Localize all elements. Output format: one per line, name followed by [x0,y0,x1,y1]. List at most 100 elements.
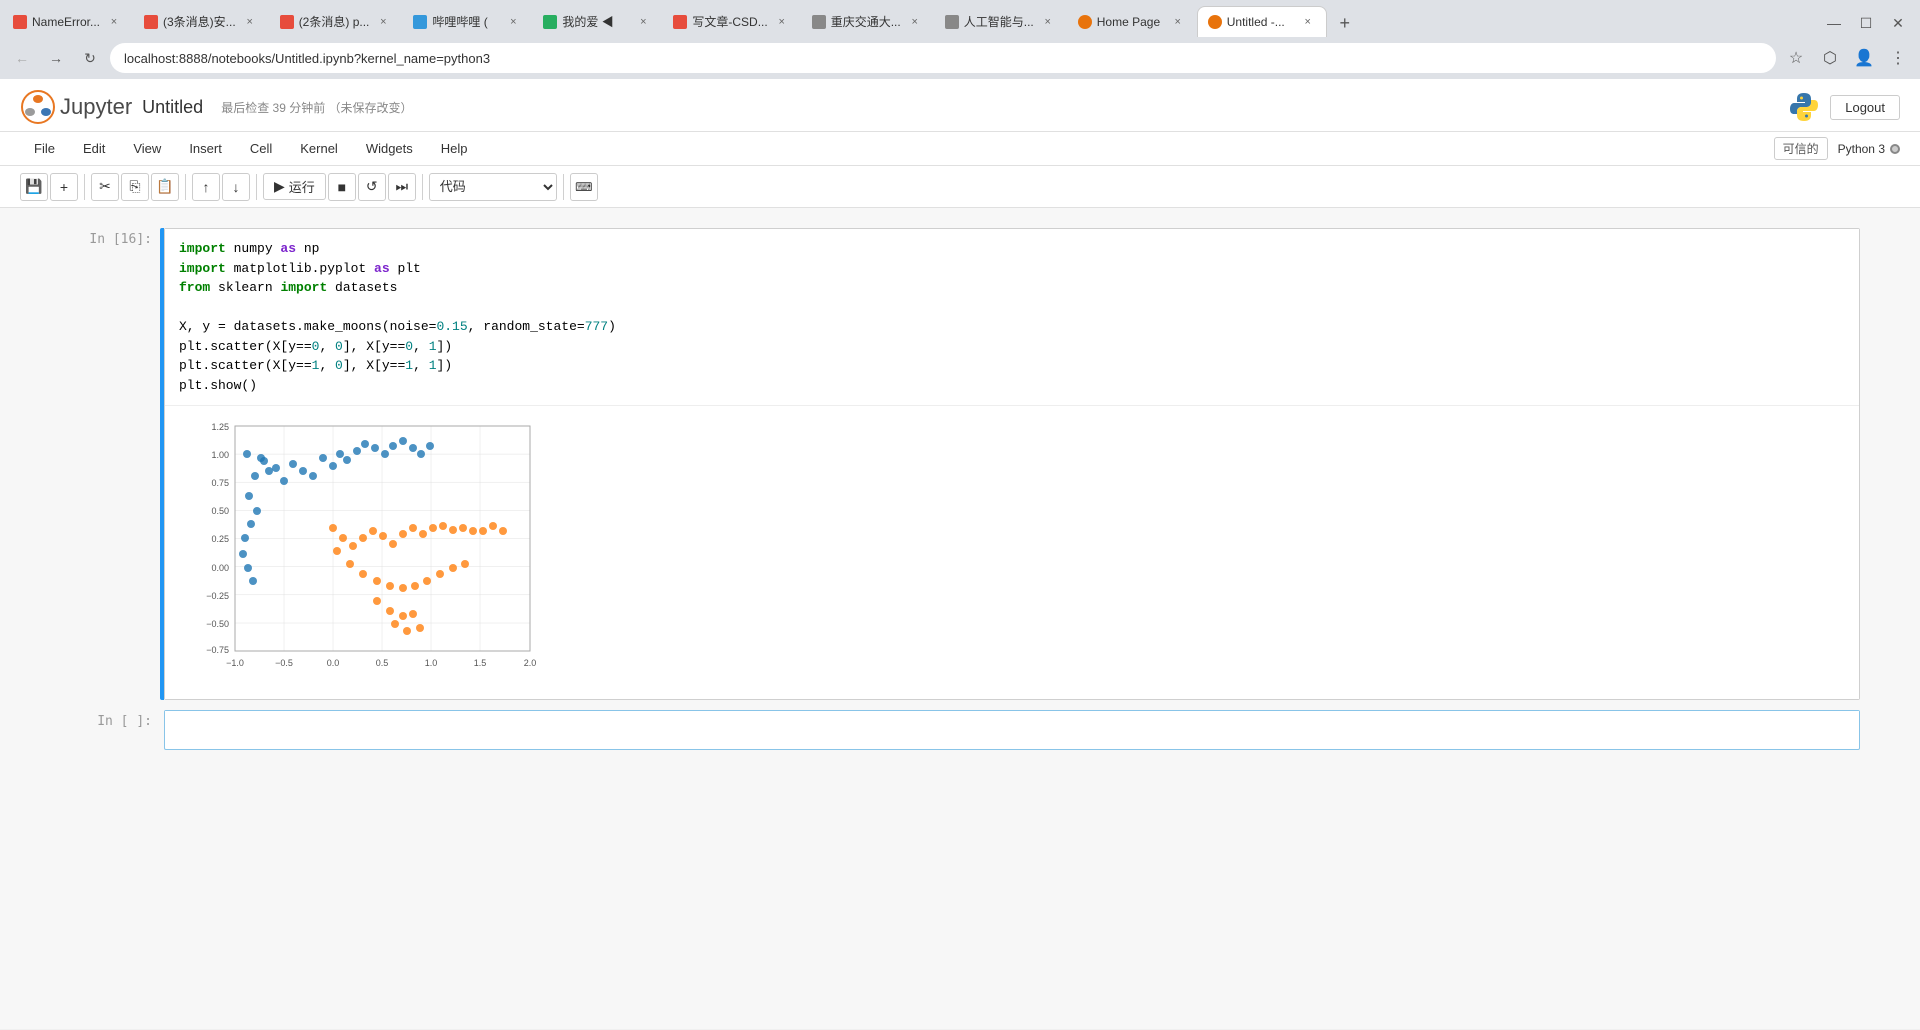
cell-2-body[interactable] [164,710,1860,750]
tab-label: Home Page [1097,15,1164,29]
svg-text:0.25: 0.25 [211,534,229,544]
cell-2-input[interactable] [165,711,1859,747]
move-up-button[interactable]: ↑ [192,173,220,201]
toolbar: 💾 + ✂ ⎘ 📋 ↑ ↓ ▶ 运行 ■ ↺ ⏭ 代码 Markdown Raw… [0,166,1920,208]
bookmark-button[interactable]: ☆ [1782,44,1810,72]
tab-label: Untitled -... [1227,15,1294,29]
tab-close[interactable]: × [774,14,790,30]
cell-1-prompt: In [16]: [89,232,152,247]
tab-close[interactable]: × [375,14,391,30]
restart-run-button[interactable]: ⏭ [388,173,416,201]
tab-nameerror[interactable]: NameError... × [2,6,133,37]
tab-ai[interactable]: 人工智能与... × [934,6,1067,37]
tab-cqjtu[interactable]: 重庆交通大... × [801,6,934,37]
menu-right: 可信的 Python 3 [1774,137,1900,160]
jupyter-logo-title: Jupyter Untitled 最后检查 39 分钟前 （未保存改变） [20,89,413,125]
tab-untitled[interactable]: Untitled -... × [1197,6,1327,37]
svg-text:1.0: 1.0 [425,658,438,668]
restart-button[interactable]: ↺ [358,173,386,201]
account-button[interactable]: 👤 [1850,44,1878,72]
tab-csdn[interactable]: 写文章-CSD... × [662,6,800,37]
svg-text:0.0: 0.0 [327,658,340,668]
kernel-dot [1890,144,1900,154]
tab-favicon [543,15,557,29]
tab-homepage[interactable]: Home Page × [1067,6,1197,37]
run-button[interactable]: ▶ 运行 [263,173,326,200]
jupyter-wordmark: Jupyter [60,94,132,120]
cell-type-select[interactable]: 代码 Markdown Raw NBConvert [429,173,557,201]
menu-items: File Edit View Insert Cell Kernel Widget… [20,135,482,162]
svg-text:−0.50: −0.50 [206,619,229,629]
add-cell-button[interactable]: + [50,173,78,201]
maximize-button[interactable]: ☐ [1852,9,1880,37]
paste-button[interactable]: 📋 [151,173,179,201]
tab-close[interactable]: × [1300,14,1316,30]
tab-favicon [673,15,687,29]
svg-text:−0.25: −0.25 [206,591,229,601]
cell-1-body[interactable]: import numpy as np import matplotlib.pyp… [164,228,1860,700]
new-tab-button[interactable]: + [1331,9,1359,37]
tab-close[interactable]: × [505,14,521,30]
toolbar-separator-5 [563,174,564,200]
python3-indicator: Python 3 [1838,142,1900,156]
notebook-title[interactable]: Untitled [142,97,203,118]
menu-button[interactable]: ⋮ [1884,44,1912,72]
tab-music[interactable]: 我的爱 ◀ × [532,6,662,37]
jupyter-logo-icon [20,89,56,125]
forward-button[interactable]: → [42,44,70,72]
address-input[interactable] [110,43,1776,73]
tab-close[interactable]: × [907,14,923,30]
cell-2-sidebar: In [ ]: [60,710,160,729]
tab-label: 写文章-CSD... [692,13,767,30]
svg-text:1.5: 1.5 [474,658,487,668]
cell-1-output: 1.25 1.00 0.75 0.50 0.25 0.00 −0.25 −0.5… [165,405,1859,699]
tab-2msg[interactable]: (2条消息) p... × [269,6,403,37]
copy-button[interactable]: ⎘ [121,173,149,201]
cell-1-input[interactable]: import numpy as np import matplotlib.pyp… [165,229,1859,405]
kernel-label: Python 3 [1838,142,1885,156]
cell-1-sidebar: In [16]: [60,228,160,247]
svg-text:−1.0: −1.0 [226,658,244,668]
tab-bar: NameError... × (3条消息)安... × (2条消息) p... … [0,0,1920,37]
menu-bar: File Edit View Insert Cell Kernel Widget… [0,132,1920,166]
stop-button[interactable]: ■ [328,173,356,201]
menu-edit[interactable]: Edit [69,135,119,162]
tab-close[interactable]: × [635,14,651,30]
tab-3msg[interactable]: (3条消息)安... × [133,6,269,37]
tab-close[interactable]: × [1040,14,1056,30]
save-button[interactable]: 💾 [20,173,48,201]
menu-file[interactable]: File [20,135,69,162]
tab-bilibili[interactable]: 哔哩哔哩 ( × [402,6,532,37]
svg-text:0.75: 0.75 [211,478,229,488]
tab-favicon [812,15,826,29]
back-button[interactable]: ← [8,44,36,72]
keyboard-shortcuts-button[interactable]: ⌨ [570,173,598,201]
tab-label: 哔哩哔哩 ( [432,13,499,30]
tab-close[interactable]: × [106,14,122,30]
tab-label: 人工智能与... [964,13,1034,30]
menu-kernel[interactable]: Kernel [286,135,352,162]
menu-insert[interactable]: Insert [175,135,236,162]
menu-help[interactable]: Help [427,135,482,162]
menu-widgets[interactable]: Widgets [352,135,427,162]
tab-close[interactable]: × [242,14,258,30]
move-down-button[interactable]: ↓ [222,173,250,201]
reload-button[interactable]: ↻ [76,44,104,72]
notebook-area: In [16]: import numpy as np import matpl… [0,208,1920,780]
matplotlib-plot: 1.25 1.00 0.75 0.50 0.25 0.00 −0.25 −0.5… [185,416,555,686]
trusted-badge[interactable]: 可信的 [1774,137,1828,160]
menu-cell[interactable]: Cell [236,135,286,162]
svg-text:0.50: 0.50 [211,506,229,516]
toolbar-separator-4 [422,174,423,200]
close-window-button[interactable]: ✕ [1884,9,1912,37]
tab-share-button[interactable]: ⬡ [1816,44,1844,72]
tab-close[interactable]: × [1170,14,1186,30]
menu-view[interactable]: View [119,135,175,162]
plot-output: 1.25 1.00 0.75 0.50 0.25 0.00 −0.25 −0.5… [165,406,1859,699]
tab-favicon [144,15,158,29]
tab-favicon [280,15,294,29]
logout-button[interactable]: Logout [1830,95,1900,120]
cut-button[interactable]: ✂ [91,173,119,201]
cell-1: In [16]: import numpy as np import matpl… [60,228,1860,700]
minimize-button[interactable]: — [1820,9,1848,37]
